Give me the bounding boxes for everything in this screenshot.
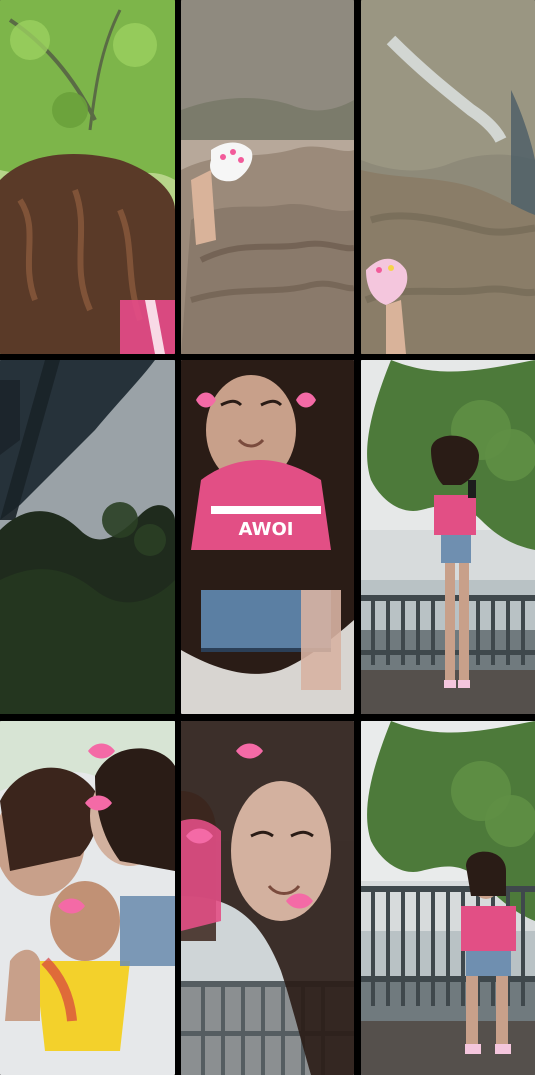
tile-gazebo-sky[interactable] xyxy=(0,360,175,714)
tile-foot-rocks-image xyxy=(181,0,354,354)
tile-selfie-jersey-image: AWOI xyxy=(181,360,354,714)
tile-tree-hair[interactable] xyxy=(0,0,175,354)
tile-deck-girl-image xyxy=(361,360,535,714)
tile-rocks-stream[interactable] xyxy=(361,0,535,354)
tile-gazebo-sky-image xyxy=(0,360,175,714)
tile-group-selfie[interactable] xyxy=(0,721,175,1075)
tile-group-selfie-image xyxy=(0,721,175,1075)
tile-deck-girl[interactable] xyxy=(361,360,535,714)
tile-selfie-jersey[interactable]: AWOI xyxy=(181,360,354,714)
tile-foot-rocks[interactable] xyxy=(181,0,354,354)
tile-sitting-girl-image xyxy=(361,721,535,1075)
tile-close-face[interactable] xyxy=(181,721,354,1075)
photo-grid: AWOI xyxy=(0,0,535,1075)
tile-sitting-girl[interactable] xyxy=(361,721,535,1075)
tile-close-face-image xyxy=(181,721,354,1075)
tile-tree-hair-image xyxy=(0,0,175,354)
tile-rocks-stream-image xyxy=(361,0,535,354)
jersey-text: AWOI xyxy=(239,519,294,540)
